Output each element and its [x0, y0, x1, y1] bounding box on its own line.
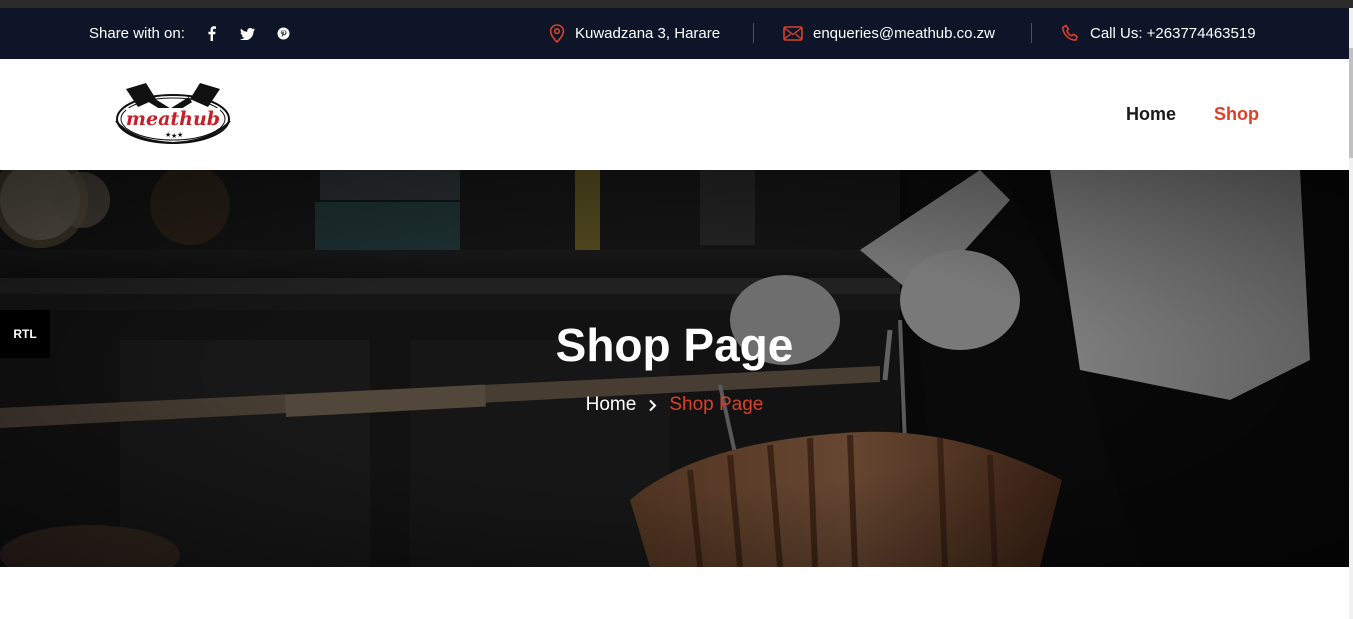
- svg-text:★: ★: [177, 131, 183, 139]
- email-text[interactable]: enqueries@meathub.co.zw: [813, 25, 995, 42]
- email-item[interactable]: enqueries@meathub.co.zw: [783, 8, 995, 59]
- nav-home[interactable]: Home: [1126, 104, 1176, 125]
- logo-wordmark: meathub: [126, 108, 220, 130]
- page-title: Shop Page: [555, 319, 794, 371]
- page-scrollbar[interactable]: [1349, 8, 1353, 619]
- breadcrumb-current: Shop Page: [669, 394, 764, 415]
- share-label: Share with on:: [89, 25, 185, 42]
- top-bar: Share with on: Kuwadzana 3, Harare enque…: [0, 8, 1349, 59]
- breadcrumb: Home Shop Page: [0, 394, 1349, 416]
- scrollbar-thumb[interactable]: [1349, 48, 1353, 158]
- page-hero: Shop Page Home Shop Page: [0, 170, 1349, 567]
- address-text: Kuwadzana 3, Harare: [575, 25, 721, 42]
- breadcrumb-home-link[interactable]: Home: [586, 394, 637, 416]
- phone-item[interactable]: Call Us: +263774463519: [1061, 8, 1256, 59]
- address-item: Kuwadzana 3, Harare: [549, 8, 720, 59]
- main-header: meathub ★ ★ ★ Home Shop: [0, 59, 1349, 170]
- page: Share with on: Kuwadzana 3, Harare enque…: [0, 0, 1353, 619]
- twitter-icon[interactable]: [239, 25, 257, 43]
- pinterest-icon[interactable]: [275, 25, 293, 43]
- browser-chrome-strip: [0, 0, 1353, 8]
- divider: [753, 23, 754, 43]
- main-nav: Home Shop: [1126, 59, 1259, 170]
- nav-shop[interactable]: Shop: [1214, 104, 1259, 125]
- share-group: Share with on:: [89, 8, 311, 59]
- facebook-icon[interactable]: [203, 25, 221, 43]
- rtl-toggle-button[interactable]: RTL: [0, 310, 50, 358]
- divider: [1031, 23, 1032, 43]
- phone-text[interactable]: Call Us: +263774463519: [1090, 25, 1256, 42]
- location-pin-icon: [549, 24, 565, 43]
- envelope-icon: [783, 26, 803, 41]
- phone-icon: [1061, 24, 1080, 43]
- chevron-right-icon: [648, 399, 657, 412]
- meathub-logo[interactable]: meathub ★ ★ ★: [112, 81, 234, 147]
